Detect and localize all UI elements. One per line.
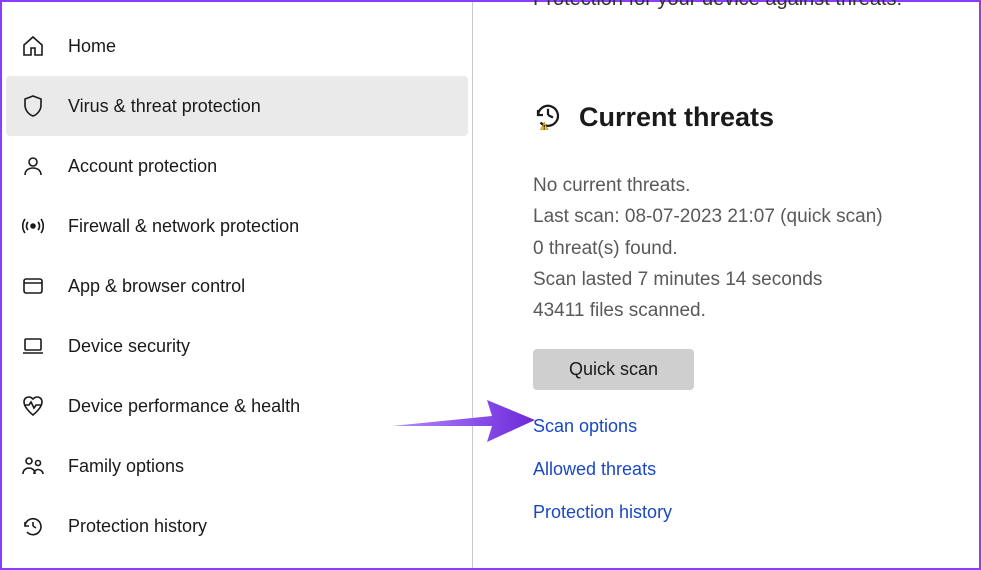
sidebar-item-family[interactable]: Family options — [2, 436, 472, 496]
protection-history-link[interactable]: Protection history — [533, 502, 672, 523]
status-scan-duration: Scan lasted 7 minutes 14 seconds — [533, 264, 979, 295]
sidebar-item-app-browser[interactable]: App & browser control — [2, 256, 472, 316]
laptop-icon — [20, 333, 46, 359]
current-threats-section: Current threats No current threats. Last… — [533, 80, 979, 523]
threat-history-warning-icon — [533, 100, 563, 135]
status-threats-found: 0 threat(s) found. — [533, 233, 979, 264]
family-icon — [20, 453, 46, 479]
sidebar-item-device-security[interactable]: Device security — [2, 316, 472, 376]
page-subtitle-clipped: Protection for your device against threa… — [533, 0, 902, 11]
allowed-threats-link[interactable]: Allowed threats — [533, 459, 656, 480]
status-files-scanned: 43411 files scanned. — [533, 295, 979, 326]
main-panel: Protection for your device against threa… — [473, 2, 979, 568]
home-icon — [20, 33, 46, 59]
section-title: Current threats — [579, 102, 774, 133]
sidebar: Home Virus & threat protection Account p… — [2, 2, 473, 568]
sidebar-item-protection-history[interactable]: Protection history — [2, 496, 472, 556]
person-icon — [20, 153, 46, 179]
sidebar-item-label: Device security — [68, 336, 190, 357]
antenna-icon — [20, 213, 46, 239]
sidebar-item-label: Account protection — [68, 156, 217, 177]
sidebar-item-account-protection[interactable]: Account protection — [2, 136, 472, 196]
status-last-scan: Last scan: 08-07-2023 21:07 (quick scan) — [533, 201, 979, 232]
sidebar-item-label: App & browser control — [68, 276, 245, 297]
shield-icon — [20, 93, 46, 119]
status-no-threats: No current threats. — [533, 170, 979, 201]
sidebar-item-firewall[interactable]: Firewall & network protection — [2, 196, 472, 256]
sidebar-item-label: Device performance & health — [68, 396, 300, 417]
sidebar-item-home[interactable]: Home — [2, 16, 472, 76]
window-icon — [20, 273, 46, 299]
history-icon — [20, 513, 46, 539]
sidebar-item-virus-threat[interactable]: Virus & threat protection — [6, 76, 468, 136]
quick-scan-button[interactable]: Quick scan — [533, 349, 694, 390]
section-header: Current threats — [533, 80, 979, 156]
heart-pulse-icon — [20, 393, 46, 419]
sidebar-item-label: Virus & threat protection — [68, 96, 261, 117]
sidebar-item-performance[interactable]: Device performance & health — [2, 376, 472, 436]
sidebar-item-label: Protection history — [68, 516, 207, 537]
scan-options-link[interactable]: Scan options — [533, 416, 637, 437]
sidebar-item-label: Family options — [68, 456, 184, 477]
window-frame: Home Virus & threat protection Account p… — [0, 0, 981, 570]
sidebar-item-label: Home — [68, 36, 116, 57]
sidebar-item-label: Firewall & network protection — [68, 216, 299, 237]
